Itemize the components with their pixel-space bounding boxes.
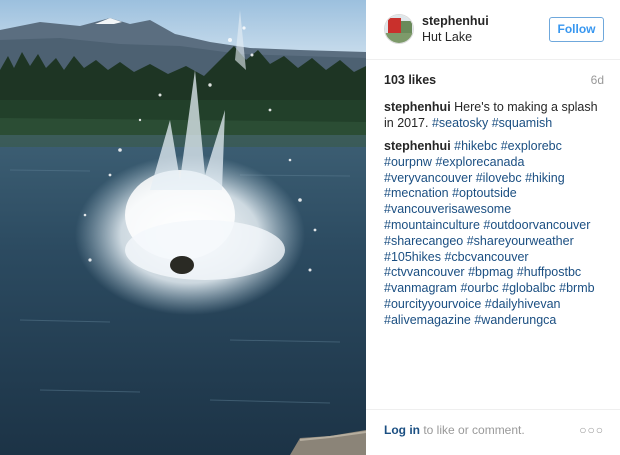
hashtag-link[interactable]: #ourbc	[460, 281, 498, 295]
hashtag-link[interactable]: #veryvancouver	[384, 171, 472, 185]
hashtag-link[interactable]: #seatosky	[432, 116, 488, 130]
post-age[interactable]: 6d	[591, 73, 604, 87]
hashtag-link[interactable]: #dailyhivevan	[485, 297, 561, 311]
hashtag-link[interactable]: #explorecanada	[435, 155, 524, 169]
hashtag-link[interactable]: #squamish	[492, 116, 552, 130]
hashtag-link[interactable]: #hikebc	[454, 139, 497, 153]
comment-username[interactable]: stephenhui	[384, 139, 451, 153]
hashtag-link[interactable]: #ourpnw	[384, 155, 432, 169]
hashtag-link[interactable]: #ctvvancouver	[384, 265, 465, 279]
caption-username[interactable]: stephenhui	[384, 100, 451, 114]
hashtag-link[interactable]: #globalbc	[502, 281, 556, 295]
hashtag-link[interactable]: #huffpostbc	[517, 265, 581, 279]
likes-count[interactable]: 103 likes	[384, 73, 436, 87]
hashtag-comment: stephenhui #hikebc #explorebc #ourpnw #e…	[384, 139, 604, 329]
lake-splash-image	[0, 0, 366, 455]
hashtag-link[interactable]: #vanmagram	[384, 281, 457, 295]
hashtag-link[interactable]: #brmb	[559, 281, 594, 295]
hashtag-link[interactable]: #wanderungca	[474, 313, 556, 327]
post-details-panel: stephenhui Hut Lake Follow 103 likes 6d …	[366, 0, 620, 455]
hashtag-link[interactable]: #vancouverisawesome	[384, 202, 511, 216]
login-prompt: Log in to like or comment. ○○○	[384, 423, 604, 437]
hashtag-link[interactable]: #105hikes	[384, 250, 441, 264]
hashtag-link[interactable]: #sharecangeo	[384, 234, 463, 248]
login-link[interactable]: Log in	[384, 423, 420, 437]
author-username[interactable]: stephenhui	[422, 14, 489, 28]
hashtag-link[interactable]: #cbcvancouver	[444, 250, 528, 264]
hashtag-link[interactable]: #ourcityyourvoice	[384, 297, 481, 311]
login-prompt-text: to like or comment.	[420, 423, 525, 437]
hashtag-link[interactable]: #outdoorvancouver	[483, 218, 590, 232]
hashtag-link[interactable]: #hiking	[525, 171, 565, 185]
divider	[366, 59, 620, 60]
hashtag-link[interactable]: #ilovebc	[476, 171, 522, 185]
hashtag-link[interactable]: #alivemagazine	[384, 313, 471, 327]
hashtag-link[interactable]: #optoutside	[452, 186, 517, 200]
more-options-icon[interactable]: ○○○	[579, 423, 604, 437]
hashtag-link[interactable]: #mecnation	[384, 186, 449, 200]
hashtag-link[interactable]: #shareyourweather	[467, 234, 574, 248]
location-link[interactable]: Hut Lake	[422, 30, 472, 44]
hashtag-link[interactable]: #mountainculture	[384, 218, 480, 232]
follow-button[interactable]: Follow	[549, 17, 604, 42]
post-header: stephenhui Hut Lake Follow	[384, 14, 604, 46]
divider	[366, 409, 620, 410]
hashtag-link[interactable]: #explorebc	[501, 139, 562, 153]
post-photo[interactable]	[0, 0, 366, 455]
avatar[interactable]	[384, 14, 414, 44]
profile-picture	[385, 15, 413, 43]
hashtag-link[interactable]: #bpmag	[468, 265, 513, 279]
caption-comment: stephenhui Here's to making a splash in …	[384, 100, 604, 132]
